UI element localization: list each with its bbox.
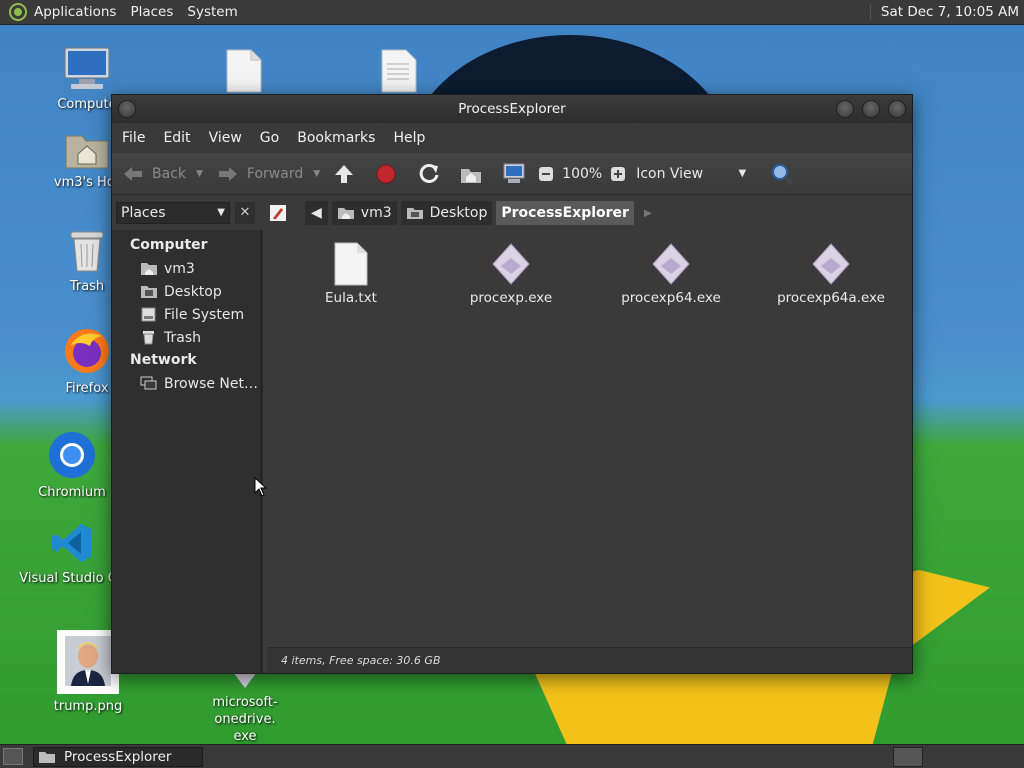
status-bar: 4 items, Free space: 30.6 GB	[267, 647, 912, 673]
top-panel: Applications Places System Sat Dec 7, 10…	[0, 0, 1024, 25]
file-view: Eula.txt procexp.exe procexp64.exe proce…	[267, 230, 912, 647]
firefox-icon	[65, 329, 109, 373]
forward-arrow-icon	[218, 166, 237, 181]
breadcrumb-prev-icon[interactable]: ◀	[305, 201, 328, 225]
home-folder-icon	[65, 135, 109, 169]
network-icon	[140, 376, 157, 390]
desktop-icon-document[interactable]	[188, 48, 298, 94]
window-menu-button[interactable]	[118, 100, 136, 118]
breadcrumb-processexplorer[interactable]: ProcessExplorer	[496, 201, 634, 225]
sidebar: Computer vm3 Desktop File System Trash N…	[112, 230, 263, 673]
window-title: ProcessExplorer	[458, 101, 566, 117]
places-menu[interactable]: Places	[130, 4, 173, 20]
sidebar-item-browse-network[interactable]: Browse Net…	[112, 372, 260, 395]
sidebar-item-desktop[interactable]: Desktop	[112, 280, 260, 303]
exe-file-icon	[812, 243, 850, 285]
close-button[interactable]	[888, 100, 906, 118]
forward-button[interactable]: Forward ▼	[217, 165, 320, 183]
reload-icon[interactable]	[418, 163, 440, 185]
search-icon[interactable]	[770, 162, 794, 186]
workspace-switcher[interactable]	[893, 747, 923, 767]
image-file-icon	[57, 630, 119, 694]
document-icon	[226, 49, 262, 93]
desktop-folder-icon	[406, 208, 423, 219]
vscode-icon	[52, 524, 91, 562]
back-history-dropdown-icon[interactable]: ▼	[196, 169, 203, 179]
file-manager-window: ProcessExplorer File Edit View Go Bookma…	[111, 94, 913, 674]
computer-icon[interactable]	[502, 163, 526, 185]
distro-logo-icon[interactable]	[9, 3, 27, 21]
sidebar-item-filesystem[interactable]: File System	[112, 303, 260, 326]
zoom-out-icon[interactable]	[538, 166, 554, 182]
menu-help[interactable]: Help	[393, 130, 425, 146]
toolbar: Back ▼ Forward ▼ 100% Icon View ▼	[112, 153, 912, 195]
menu-edit[interactable]: Edit	[163, 130, 190, 146]
zoom-in-icon[interactable]	[610, 166, 626, 182]
home-icon[interactable]	[460, 164, 482, 184]
view-mode-dropdown-icon: ▼	[738, 168, 747, 179]
computer-icon	[64, 47, 110, 89]
clock[interactable]: Sat Dec 7, 10:05 AM	[869, 4, 1019, 20]
mouse-cursor-icon	[254, 477, 268, 497]
trash-icon	[143, 331, 154, 345]
text-file-icon	[334, 242, 368, 286]
desktop-icon-onedrive-exe[interactable]: microsoft-onedrive. exe	[185, 666, 305, 745]
up-arrow-icon[interactable]	[334, 164, 354, 184]
back-button[interactable]: Back ▼	[122, 165, 203, 183]
maximize-button[interactable]	[862, 100, 880, 118]
desktop-folder-icon	[141, 286, 157, 298]
location-bar: Places ▼ ✕ ◀ vm3 Desktop ProcessExplorer…	[112, 196, 912, 230]
menu-file[interactable]: File	[122, 130, 145, 146]
sidebar-item-vm3[interactable]: vm3	[112, 257, 260, 280]
drive-icon	[141, 307, 156, 322]
text-document-icon	[381, 49, 417, 93]
folder-icon	[39, 752, 55, 763]
sidebar-pane-select[interactable]: Places ▼	[116, 202, 230, 224]
desktop-icon-text-document[interactable]	[343, 48, 453, 94]
exe-file-icon	[652, 243, 690, 285]
home-folder-icon	[141, 263, 157, 275]
dropdown-arrow-icon: ▼	[217, 207, 225, 218]
sidebar-heading-computer: Computer	[130, 237, 208, 253]
window-titlebar[interactable]: ProcessExplorer	[112, 95, 912, 123]
forward-history-dropdown-icon[interactable]: ▼	[313, 169, 320, 179]
minimize-button[interactable]	[836, 100, 854, 118]
back-arrow-icon	[124, 166, 142, 181]
menu-view[interactable]: View	[209, 130, 242, 146]
close-sidebar-icon[interactable]: ✕	[235, 202, 255, 224]
menu-go[interactable]: Go	[260, 130, 279, 146]
menu-bookmarks[interactable]: Bookmarks	[297, 130, 375, 146]
show-desktop-icon[interactable]	[3, 748, 23, 765]
trash-icon	[70, 231, 104, 272]
breadcrumb-vm3[interactable]: vm3	[331, 201, 397, 225]
sidebar-heading-network: Network	[130, 352, 197, 368]
view-mode-select[interactable]: Icon View ▼	[636, 166, 746, 182]
edit-location-icon[interactable]	[269, 204, 287, 222]
applications-menu[interactable]: Applications	[34, 4, 116, 20]
file-item[interactable]: procexp.exe	[441, 242, 581, 306]
zoom-level: 100%	[562, 165, 603, 182]
sidebar-item-trash[interactable]: Trash	[112, 326, 260, 349]
breadcrumb-desktop[interactable]: Desktop	[400, 201, 493, 225]
home-folder-icon	[337, 208, 354, 219]
exe-file-icon	[492, 243, 530, 285]
file-item[interactable]: procexp64.exe	[601, 242, 741, 306]
bottom-panel: ProcessExplorer	[0, 744, 1024, 768]
menubar: File Edit View Go Bookmarks Help	[112, 123, 912, 153]
breadcrumb: ◀ vm3 Desktop ProcessExplorer ▶	[269, 201, 652, 225]
file-item[interactable]: Eula.txt	[281, 242, 421, 306]
stop-icon[interactable]	[376, 164, 396, 184]
chromium-icon	[49, 432, 95, 478]
breadcrumb-next-icon[interactable]: ▶	[644, 208, 652, 219]
system-menu[interactable]: System	[187, 4, 237, 20]
taskbar-window-button[interactable]: ProcessExplorer	[33, 747, 203, 767]
file-item[interactable]: procexp64a.exe	[761, 242, 901, 306]
